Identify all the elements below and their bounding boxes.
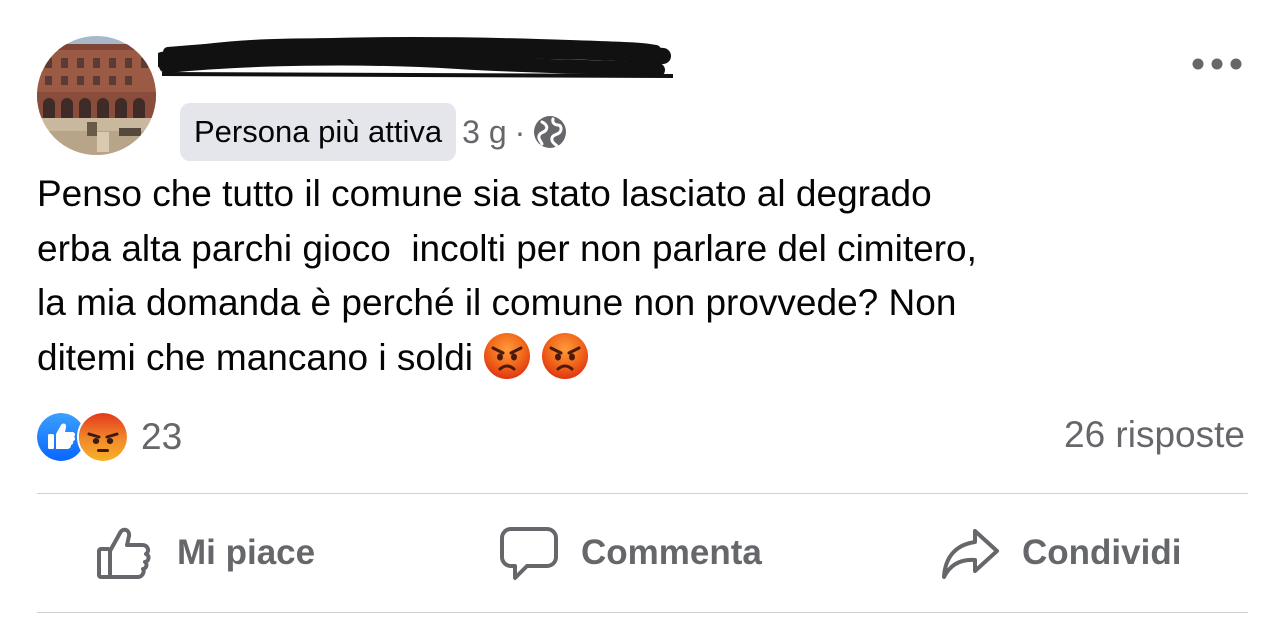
divider	[37, 612, 1248, 613]
like-label: Mi piace	[177, 533, 316, 572]
comment-body: Penso che tutto il comune sia stato lasc…	[37, 167, 1252, 385]
comment-line: erba alta parchi gioco incolti per non p…	[37, 227, 977, 269]
facebook-comment: Persona più attiva 3 g · Penso che tutto…	[0, 0, 1283, 619]
thumbs-up-icon	[97, 527, 151, 579]
comment-label: Commenta	[581, 533, 762, 572]
comment-button[interactable]: Commenta	[499, 494, 762, 612]
author-name-redacted[interactable]	[154, 36, 674, 86]
like-button[interactable]: Mi piace	[95, 494, 315, 612]
share-button[interactable]: Condividi	[940, 494, 1181, 612]
angry-reaction-icon	[77, 411, 129, 463]
more-options-button[interactable]	[1188, 46, 1246, 82]
more-horizontal-icon	[1192, 58, 1242, 70]
action-bar: Mi piace Commenta Condividi	[37, 494, 1248, 612]
reaction-count: 23	[141, 416, 183, 457]
comment-line: la mia domanda è perché il comune non pr…	[37, 282, 957, 323]
top-fan-badge[interactable]: Persona più attiva	[180, 103, 457, 161]
share-arrow-icon	[942, 529, 999, 579]
comment-line-last: ditemi che mancano i soldi	[37, 331, 1252, 386]
reactions-summary[interactable]: 23	[35, 411, 183, 463]
replies-count[interactable]: 26 risposte	[1064, 414, 1245, 456]
comment-line: ditemi che mancano i soldi	[37, 336, 473, 378]
comment-line: Penso che tutto il comune sia stato lasc…	[37, 173, 932, 214]
avatar-photo	[37, 36, 156, 155]
share-label: Condividi	[1022, 533, 1182, 572]
post-meta: Persona più attiva 3 g ·	[180, 103, 569, 161]
post-time[interactable]: 3 g	[462, 114, 506, 151]
avatar[interactable]	[37, 36, 156, 155]
comment-bubble-icon	[500, 527, 558, 580]
globe-icon	[533, 114, 569, 150]
angry-face-emoji	[484, 332, 530, 379]
angry-face-emoji	[542, 332, 588, 379]
meta-separator: ·	[514, 113, 526, 150]
